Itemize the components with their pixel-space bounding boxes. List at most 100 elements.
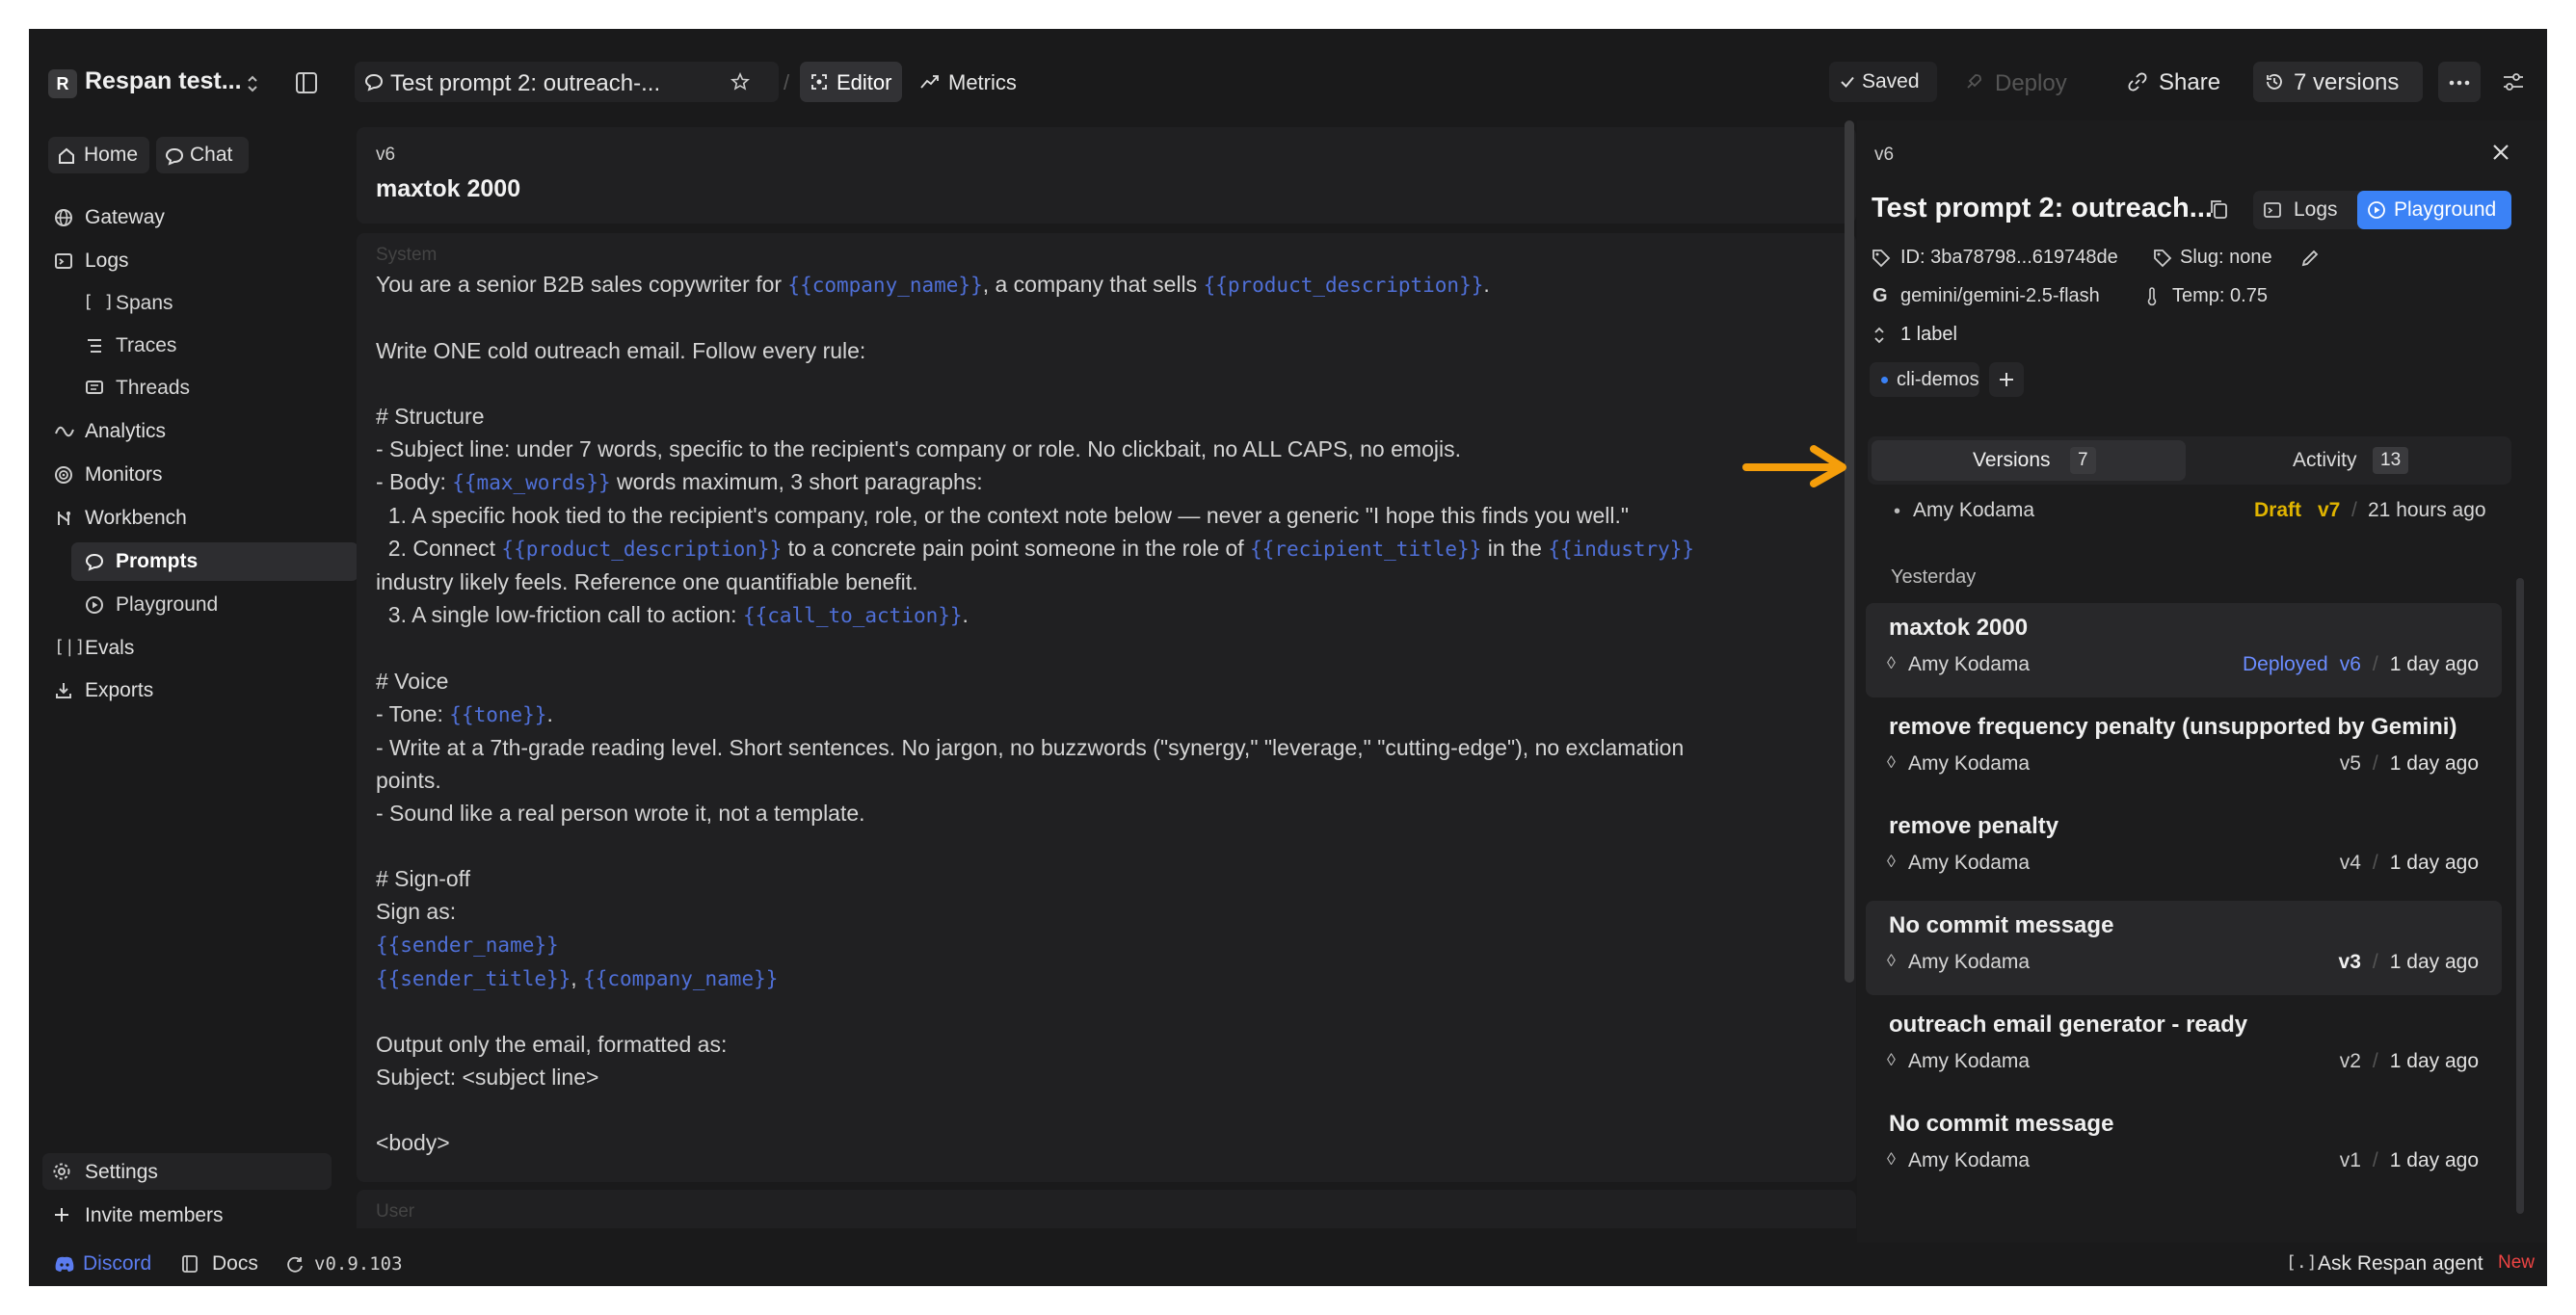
gear-icon <box>53 1163 70 1180</box>
monitor-icon <box>55 466 72 484</box>
sidebar-item-traces[interactable]: Traces <box>79 329 349 363</box>
separator: / <box>2372 653 2378 675</box>
user-message-editor[interactable]: User <box>357 1190 1856 1228</box>
prompt-line: 3. A single low-friction call to action:… <box>376 598 1841 632</box>
version-title: remove penalty <box>1889 813 2059 839</box>
add-label-button[interactable] <box>1989 362 2024 397</box>
temperature: Temp: 0.75 <box>2172 285 2268 306</box>
more-button[interactable] <box>2438 62 2481 102</box>
sidebar-item-label: Playground <box>116 593 219 616</box>
system-message-editor[interactable]: System You are a senior B2B sales copywr… <box>357 233 1856 1182</box>
version-card[interactable]: No commit message ◊ Amy Kodama v1 / 1 day ago <box>1866 1099 2502 1194</box>
prompt-id[interactable]: ID: 3ba78798...619748de <box>1900 247 2118 269</box>
close-icon[interactable] <box>2491 143 2510 162</box>
prompt-line: {{sender_name}} <box>376 928 1841 961</box>
template-variable: {{tone}} <box>449 703 547 726</box>
versions-count: 7 <box>2070 447 2096 474</box>
version-card[interactable]: maxtok 2000 ◊ Amy Kodama Deployed v6 / 1 day a… <box>1866 603 2502 697</box>
prompt-text-segment: 1. A specific hook tied to the recipient… <box>376 503 1630 528</box>
prompt-text-segment: . <box>1483 272 1490 297</box>
tab-versions[interactable]: Versions 7 <box>1872 440 2186 481</box>
ask-agent-link[interactable]: Ask Respan agent <box>2318 1252 2483 1276</box>
sidebar-item-playground[interactable]: Playground <box>79 588 349 622</box>
chat-button[interactable]: Chat <box>156 137 249 173</box>
sidebar-item-monitors[interactable]: Monitors <box>48 458 337 492</box>
star-icon[interactable] <box>730 72 750 92</box>
tab-editor[interactable]: Editor <box>800 62 902 102</box>
panel-scrollbar[interactable] <box>2516 578 2524 1214</box>
bracket-icon: [.] <box>2286 1252 2318 1273</box>
prompt-title-button[interactable]: Test prompt 2: outreach-... <box>355 62 779 102</box>
tab-versions-label: Versions <box>1973 449 2051 471</box>
more-icon <box>2449 80 2470 86</box>
sidebar-item-threads[interactable]: Threads <box>79 371 349 406</box>
activity-count: 13 <box>2373 447 2409 474</box>
tab-metrics[interactable]: Metrics <box>912 62 1035 102</box>
plus-icon <box>2000 373 2013 386</box>
draft-status: Draft <box>2254 499 2302 521</box>
sliders-icon[interactable] <box>2502 71 2525 92</box>
tab-editor-label: Editor <box>837 70 892 94</box>
version-card[interactable]: No commit message ◊ Amy Kodama v3 / 1 day ago <box>1866 901 2502 995</box>
sidebar-item-logs[interactable]: Logs <box>48 244 337 278</box>
template-variable: {{call_to_action}} <box>742 604 963 627</box>
separator: / <box>783 70 790 94</box>
tab-activity[interactable]: Activity 13 <box>2191 440 2506 481</box>
new-badge: New <box>2498 1252 2536 1273</box>
sidebar-item-exports[interactable]: Exports <box>48 673 337 708</box>
bottom-bar: Discord Docs v0.9.103 [.] Ask Respan age… <box>29 1243 2547 1286</box>
commit-icon: ◊ <box>1887 1149 1896 1169</box>
settings-item[interactable]: Settings <box>42 1153 332 1190</box>
prompt-line: # Sign-off <box>376 862 1841 895</box>
pencil-icon[interactable] <box>2300 249 2320 268</box>
prompt-text[interactable]: You are a senior B2B sales copywriter fo… <box>376 268 1841 1159</box>
sidebar-item-label: Threads <box>116 377 191 399</box>
version-time: 1 day ago <box>2389 852 2479 874</box>
chevron-updown-icon[interactable] <box>245 73 260 94</box>
version-card[interactable]: remove penalty ◊ Amy Kodama v4 / 1 day ago <box>1866 802 2502 896</box>
sidebar-item-workbench[interactable]: Workbench <box>48 501 337 536</box>
home-button[interactable]: Home <box>48 137 149 173</box>
prompt-line: 1. A specific hook tied to the recipient… <box>376 499 1841 532</box>
deploy-button[interactable]: Deploy <box>1954 62 2080 102</box>
sidebar-item-gateway[interactable]: Gateway <box>48 200 337 235</box>
workspace-name[interactable]: Respan test... <box>85 67 242 95</box>
prompt-text-segment: - Write at a 7th-grade reading level. Sh… <box>376 735 1685 760</box>
tag-chip[interactable]: cli-demos <box>1870 362 1979 397</box>
editor-icon <box>811 74 827 90</box>
commit-icon: ◊ <box>1887 653 1896 672</box>
share-button[interactable]: Share <box>2118 62 2226 102</box>
invite-members-item[interactable]: Invite members <box>42 1197 332 1233</box>
version-number: v6 <box>2339 653 2361 675</box>
google-icon: G <box>1872 285 1888 306</box>
prompt-line: Subject: <subject line> <box>376 1061 1841 1093</box>
version-card[interactable]: outreach email generator - ready ◊ Amy Kod… <box>1866 1000 2502 1094</box>
workspace-badge[interactable]: R <box>48 69 77 98</box>
discord-link[interactable]: Discord <box>83 1252 151 1276</box>
prompt-line: - Tone: {{tone}}. <box>376 697 1841 731</box>
sidebar-item-label: Traces <box>116 334 177 356</box>
version-time: 1 day ago <box>2389 1149 2479 1171</box>
label-count[interactable]: 1 label <box>1900 324 1957 346</box>
version-card[interactable]: remove frequency penalty (unsupported by… <box>1866 702 2502 797</box>
playground-button[interactable]: Playground <box>2357 191 2511 229</box>
docs-link[interactable]: Docs <box>212 1252 258 1276</box>
plus-icon <box>55 1208 68 1222</box>
sidebar: R Respan test... Home Chat Gateway Logs … <box>29 29 359 1243</box>
sidebar-item-prompts[interactable]: Prompts <box>79 544 349 579</box>
editor-scrollbar[interactable] <box>1845 120 1854 983</box>
sidebar-item-spans[interactable]: [ ] Spans <box>79 286 349 321</box>
sidebar-item-analytics[interactable]: Analytics <box>48 414 337 449</box>
sidebar-item-evals[interactable]: [|] Evals <box>48 631 337 666</box>
rocket-icon <box>1967 74 1981 89</box>
prompt-line <box>376 995 1841 1028</box>
draft-row[interactable]: • Amy Kodama Draft v7 / 21 hours ago <box>1894 493 2501 532</box>
tab-activity-label: Activity <box>2293 449 2357 471</box>
copy-icon[interactable] <box>2209 198 2228 220</box>
home-label: Home <box>84 144 139 166</box>
commit-icon: ◊ <box>1887 951 1896 970</box>
workbench-icon <box>58 512 70 525</box>
versions-button[interactable]: 7 versions <box>2253 62 2423 102</box>
dock-icon[interactable] <box>294 70 319 95</box>
prompt-text-segment: . <box>546 701 553 726</box>
